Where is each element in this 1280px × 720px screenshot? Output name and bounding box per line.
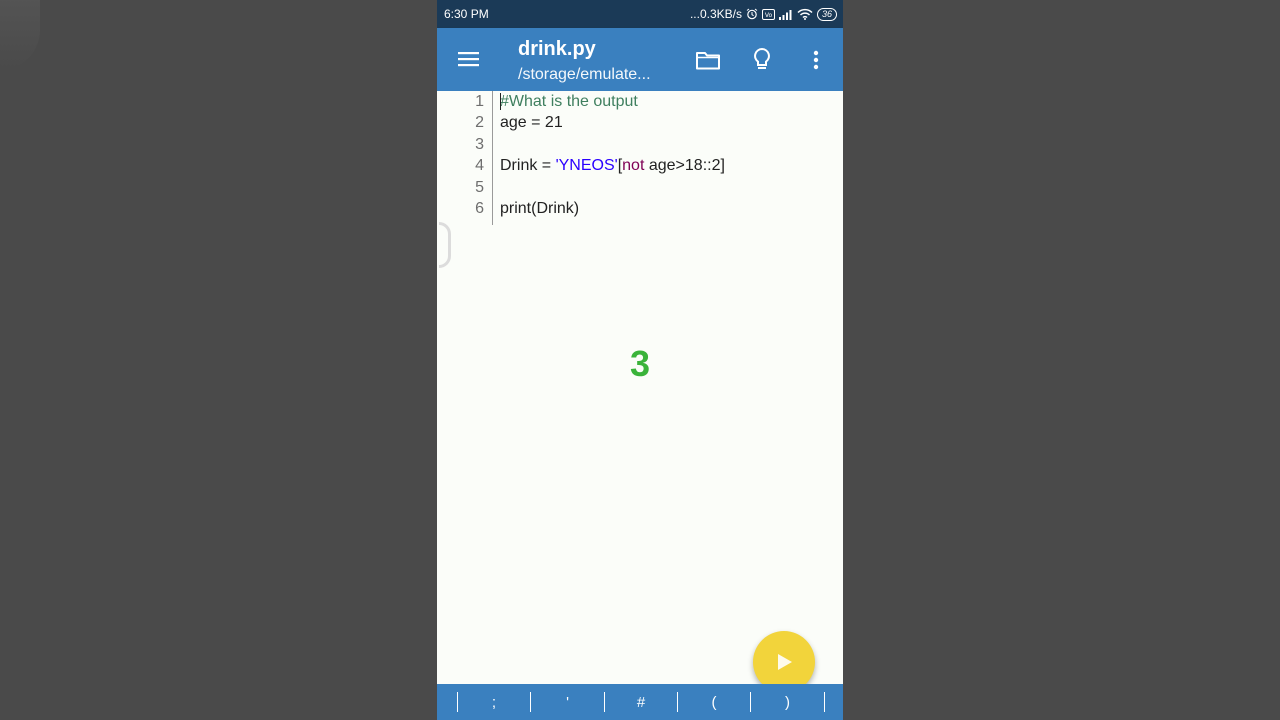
code-line[interactable]: 3: [437, 134, 843, 155]
lightbulb-icon: [754, 47, 770, 69]
code-line[interactable]: 2 age = 21: [437, 112, 843, 133]
line-number: 3: [475, 135, 484, 153]
symbol-bar: ; ' #(): [437, 684, 843, 720]
code-token-plain: Drink =: [500, 157, 556, 175]
line-code: #What is the output: [500, 91, 638, 112]
title-block: drink.py /storage/emulate...: [518, 36, 651, 86]
text-cursor: [500, 93, 501, 110]
battery-icon: 36: [816, 7, 837, 21]
line-number: 6: [475, 200, 484, 217]
code-line[interactable]: 4 Drink = 'YNEOS'[not age>18::2]: [437, 155, 843, 176]
line-number: 1: [475, 93, 484, 110]
status-time: 6:30 PM: [444, 7, 489, 21]
code-editor[interactable]: 1 #What is the output 2 age = 21 3 4 Drink = '…: [437, 91, 843, 684]
code-token-string: 'YNEOS': [555, 157, 618, 175]
line-number: 2: [475, 114, 484, 132]
alarm-icon: [746, 8, 758, 20]
volte-icon: Vo: [761, 8, 775, 20]
app-bar: drink.py /storage/emulate...: [437, 28, 843, 91]
status-bar: 6:30 PM ...0.3KB/s Vo 36: [437, 0, 843, 28]
line-code: age = 21: [500, 112, 563, 133]
code-line[interactable]: 1 #What is the output: [437, 91, 843, 112]
symbol-key[interactable]: ': [531, 684, 604, 720]
folder-icon: [696, 52, 720, 70]
code-token-comment: #What is the output: [500, 93, 638, 110]
code-token-plain: print(Drink): [500, 200, 580, 217]
phone-screen: 6:30 PM ...0.3KB/s Vo 36 drink.py /stora…: [437, 0, 843, 720]
file-path: /storage/emulate...: [518, 66, 651, 83]
network-speed: ...0.3KB/s: [689, 7, 742, 21]
scroll-indicator: [439, 222, 451, 268]
symbol-key[interactable]: ;: [458, 684, 530, 720]
menu-button[interactable]: [456, 46, 482, 72]
tips-button[interactable]: [748, 46, 776, 74]
code-token-keyword: not: [622, 157, 645, 175]
svg-text:Vo: Vo: [765, 12, 773, 19]
signal-icon: [778, 9, 793, 20]
line-code: print(Drink): [500, 198, 579, 219]
countdown-number: 3: [629, 343, 651, 384]
more-vert-icon: [813, 50, 819, 70]
code-token-plain: age>18::2]: [644, 157, 725, 175]
code-line[interactable]: 5: [437, 177, 843, 198]
symbol-separator: [824, 692, 825, 712]
hamburger-icon: [458, 52, 479, 67]
line-code: Drink = 'YNEOS'[not age>18::2]: [500, 155, 725, 176]
play-icon: [778, 654, 792, 670]
code-line[interactable]: 6 print(Drink): [437, 198, 843, 219]
wifi-icon: [797, 8, 813, 20]
line-number: 5: [475, 178, 484, 196]
file-name: drink.py: [518, 38, 596, 60]
open-folder-button[interactable]: [694, 46, 722, 74]
symbol-key[interactable]: ): [751, 684, 824, 720]
more-options-button[interactable]: [802, 46, 830, 74]
symbol-key[interactable]: #: [605, 684, 677, 720]
background-smudge: [0, 0, 40, 70]
line-number: 4: [475, 157, 484, 175]
status-icons: ...0.3KB/s Vo 36: [690, 7, 837, 21]
symbol-key[interactable]: (: [678, 684, 750, 720]
code-token-plain: age = 21: [500, 114, 563, 132]
